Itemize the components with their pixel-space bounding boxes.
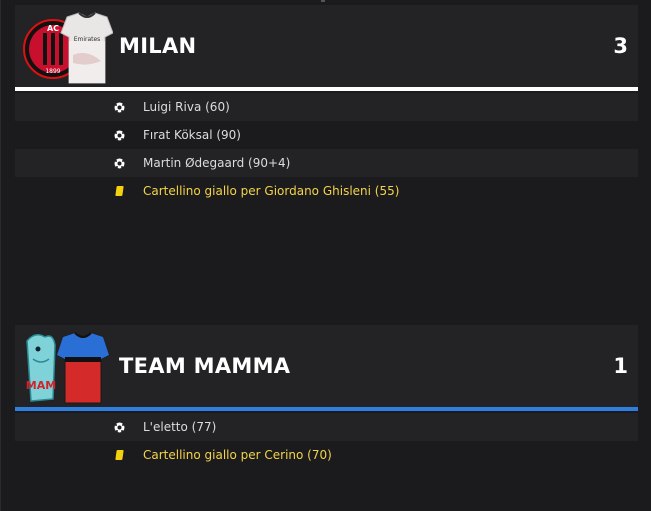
ball-icon — [113, 101, 125, 113]
yellow-card-icon — [113, 449, 125, 461]
team-score: 1 — [613, 354, 628, 378]
svg-text:MAM: MAM — [26, 379, 56, 392]
event-row-goal: L'eletto (77) — [15, 413, 638, 441]
team-block-away: MAM TEAM MAMMA 1 L'eletto (77) Cartellin… — [15, 325, 638, 469]
ball-icon — [113, 129, 125, 141]
event-list: Luigi Riva (60) Fırat Köksal (90) Martin… — [15, 93, 638, 205]
ball-icon — [113, 421, 125, 433]
team-score: 3 — [613, 34, 628, 58]
event-text[interactable]: Martin Ødegaard (90+4) — [143, 156, 290, 170]
team-logo: AC 1899 Emirates — [23, 9, 114, 87]
scroll-indicator — [321, 0, 325, 2]
team-name: MILAN — [119, 34, 197, 58]
team-header: AC 1899 Emirates MILAN 3 — [15, 5, 638, 87]
team-accent-bar — [15, 407, 638, 411]
match-events-panel: AC 1899 Emirates MILAN 3 Luigi Riva (60)… — [0, 0, 651, 511]
event-text[interactable]: L'eletto (77) — [143, 420, 216, 434]
event-row-goal: Martin Ødegaard (90+4) — [15, 149, 638, 177]
event-text[interactable]: Cartellino giallo per Giordano Ghisleni … — [143, 184, 399, 198]
team-accent-bar — [15, 87, 638, 91]
yellow-card-icon — [113, 185, 125, 197]
team-name: TEAM MAMMA — [119, 354, 291, 378]
svg-text:AC: AC — [47, 24, 59, 33]
event-row-goal: Luigi Riva (60) — [15, 93, 638, 121]
event-row-goal: Fırat Köksal (90) — [15, 121, 638, 149]
team-mamma-crest-icon: MAM — [26, 332, 110, 404]
svg-text:1899: 1899 — [45, 68, 60, 75]
event-text[interactable]: Luigi Riva (60) — [143, 100, 230, 114]
event-row-yellow-card: Cartellino giallo per Cerino (70) — [15, 441, 638, 469]
ball-icon — [113, 157, 125, 169]
team-header: MAM TEAM MAMMA 1 — [15, 325, 638, 407]
event-list: L'eletto (77) Cartellino giallo per Ceri… — [15, 413, 638, 469]
team-block-home: AC 1899 Emirates MILAN 3 Luigi Riva (60)… — [15, 5, 638, 205]
event-row-yellow-card: Cartellino giallo per Giordano Ghisleni … — [15, 177, 638, 205]
team-logo: MAM — [23, 329, 113, 407]
event-text[interactable]: Cartellino giallo per Cerino (70) — [143, 448, 332, 462]
event-text[interactable]: Fırat Köksal (90) — [143, 128, 241, 142]
ac-milan-crest-icon: AC 1899 Emirates — [23, 12, 114, 84]
svg-text:Emirates: Emirates — [74, 36, 101, 43]
